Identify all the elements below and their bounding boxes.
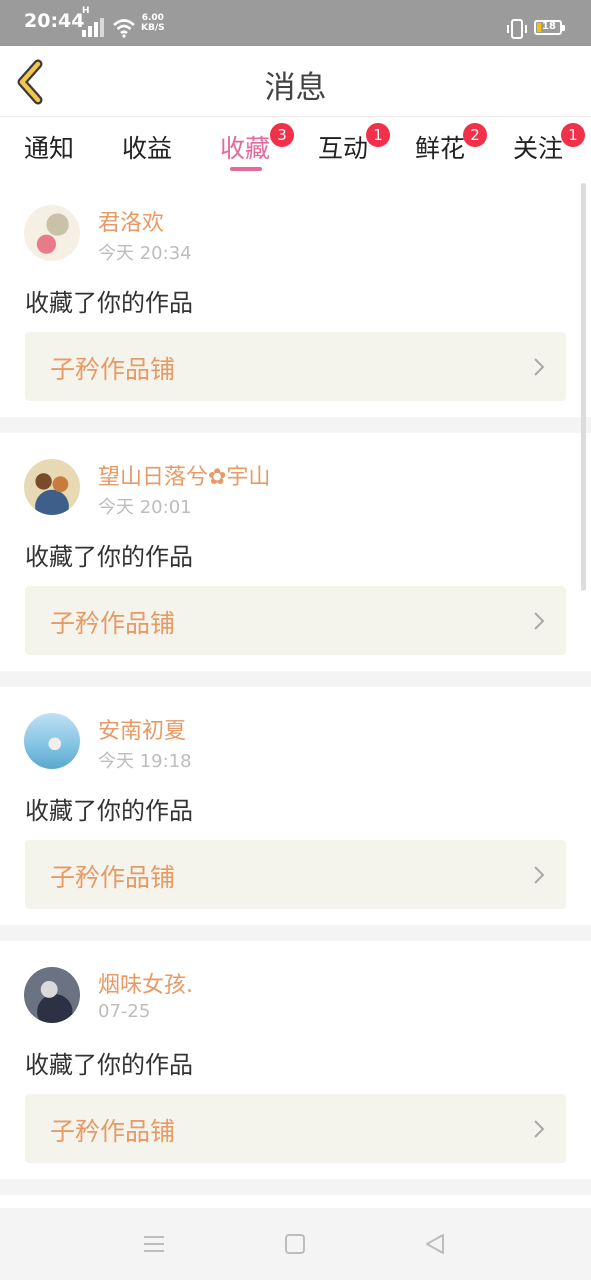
tab-follows[interactable]: 关注 1 — [513, 123, 585, 165]
menu-icon[interactable] — [140, 1230, 168, 1258]
work-title: 子矜作品铺 — [50, 355, 176, 384]
list-item: 望山日落兮✿宇山 今天 20:01 收藏了你的作品 子矜作品铺 — [0, 433, 591, 671]
tab-notifications[interactable]: 通知 — [24, 129, 74, 165]
work-link[interactable]: 子矜作品铺 — [25, 840, 566, 909]
list-item: 烟味女孩. 07-25 收藏了你的作品 子矜作品铺 — [0, 941, 591, 1179]
timestamp: 今天 20:34 — [98, 243, 192, 264]
active-tab-indicator — [230, 167, 262, 171]
unread-badge: 2 — [463, 123, 487, 147]
tab-bar: 通知 收益 收藏 3 互动 1 鲜花 2 关注 1 — [0, 117, 591, 179]
timestamp: 07-25 — [98, 1001, 151, 1022]
tab-label: 收益 — [122, 134, 173, 163]
page-title: 消息 — [264, 70, 327, 106]
tab-label: 互动 — [318, 134, 369, 163]
action-text: 收藏了你的作品 — [25, 543, 193, 571]
unread-badge: 1 — [561, 123, 585, 147]
system-nav-bar — [0, 1208, 591, 1280]
action-text: 收藏了你的作品 — [25, 1051, 193, 1079]
work-title: 子矜作品铺 — [50, 609, 176, 638]
tab-interactions[interactable]: 互动 1 — [318, 123, 390, 165]
list-item: 君洛欢 今天 20:34 收藏了你的作品 子矜作品铺 — [0, 179, 591, 417]
work-link[interactable]: 子矜作品铺 — [25, 586, 566, 655]
avatar[interactable] — [24, 713, 80, 769]
work-link[interactable]: 子矜作品铺 — [25, 1094, 566, 1163]
avatar[interactable] — [24, 967, 80, 1023]
wifi-icon — [113, 19, 135, 38]
status-bar: 20:44 H 6.00 KB/S 18 — [0, 0, 591, 46]
list-item: 安南初夏 今天 19:18 收藏了你的作品 子矜作品铺 — [0, 687, 591, 925]
avatar[interactable] — [24, 205, 80, 261]
work-link[interactable]: 子矜作品铺 — [25, 332, 566, 401]
network-type-label: H — [82, 6, 90, 16]
battery-level: 18 — [542, 21, 556, 32]
work-title: 子矜作品铺 — [50, 1117, 176, 1146]
chevron-right-icon — [534, 1120, 545, 1138]
action-text: 收藏了你的作品 — [25, 289, 193, 317]
vibrate-icon — [507, 19, 527, 39]
tab-favorites[interactable]: 收藏 3 — [220, 123, 294, 165]
work-title: 子矜作品铺 — [50, 863, 176, 892]
signal-icon — [82, 18, 104, 37]
unread-badge: 1 — [366, 123, 390, 147]
username[interactable]: 烟味女孩. — [98, 967, 193, 999]
battery-icon: 18 — [534, 20, 565, 35]
app-header: 消息 — [0, 46, 591, 117]
unread-badge: 3 — [270, 123, 294, 147]
timestamp: 今天 19:18 — [98, 751, 192, 772]
chevron-right-icon — [534, 612, 545, 630]
speed-value: 6.00 — [141, 13, 164, 23]
chevron-right-icon — [534, 358, 545, 376]
tab-earnings[interactable]: 收益 — [122, 129, 172, 165]
username[interactable]: 安南初夏 — [98, 713, 186, 745]
tab-label: 收藏 — [220, 134, 271, 163]
tab-label: 通知 — [24, 134, 75, 163]
username[interactable]: 望山日落兮✿宇山 — [98, 459, 270, 491]
status-time: 20:44 — [24, 10, 85, 32]
tab-label: 关注 — [513, 134, 564, 163]
action-text: 收藏了你的作品 — [25, 797, 193, 825]
timestamp: 今天 20:01 — [98, 497, 192, 518]
back-triangle-icon[interactable] — [421, 1230, 449, 1258]
home-square-icon[interactable] — [281, 1230, 309, 1258]
chevron-right-icon — [534, 866, 545, 884]
speed-unit: KB/S — [141, 23, 165, 33]
list-item-partial — [0, 1195, 591, 1208]
network-speed: 6.00 KB/S — [141, 13, 165, 33]
username[interactable]: 君洛欢 — [98, 205, 164, 237]
avatar[interactable] — [24, 459, 80, 515]
tab-flowers[interactable]: 鲜花 2 — [415, 123, 487, 165]
scrollbar[interactable] — [581, 183, 586, 591]
tab-label: 鲜花 — [415, 134, 466, 163]
